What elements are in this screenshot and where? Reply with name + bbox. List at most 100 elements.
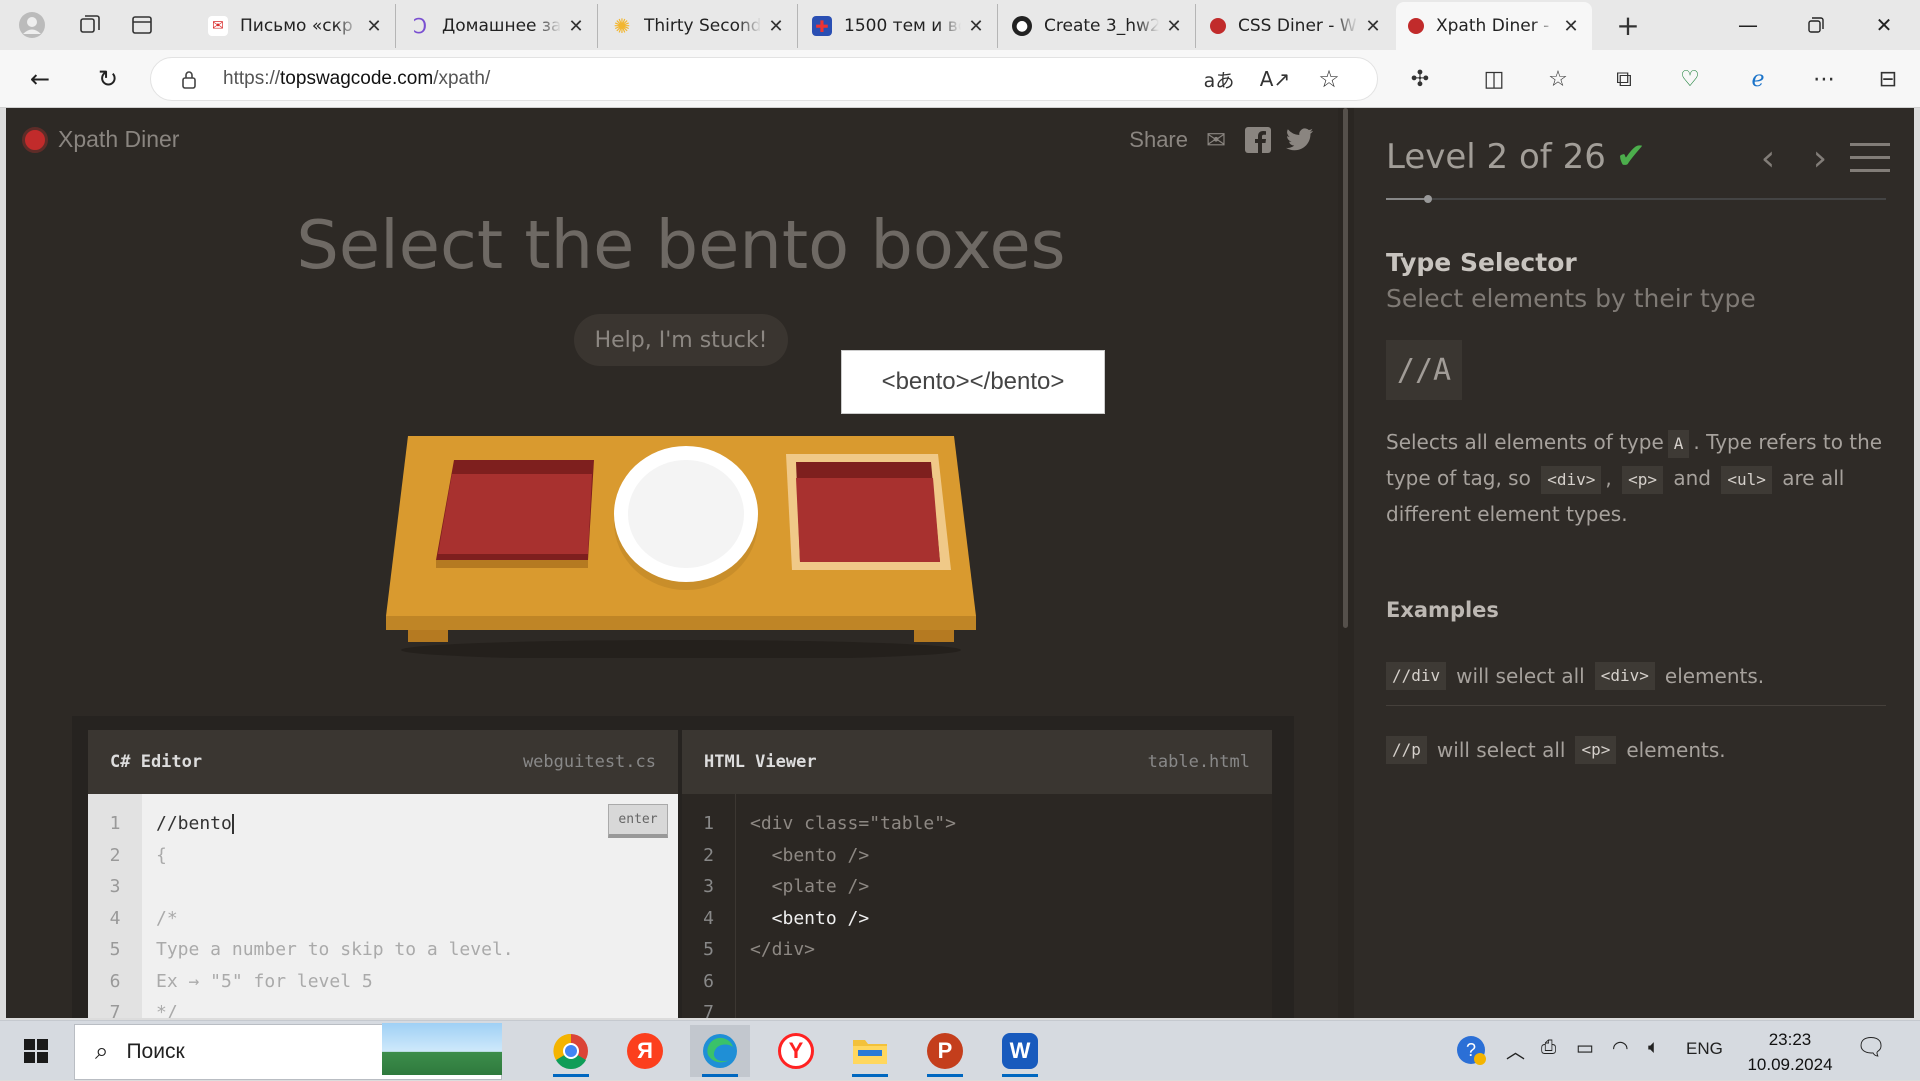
tab-1500-topics[interactable]: ✚ 1500 тем и вс ✕ xyxy=(800,4,998,48)
edge-app-icon[interactable] xyxy=(690,1025,750,1077)
code-input-area[interactable]: 1 2 3 4 5 6 7 //bento { /* Type a number… xyxy=(88,794,678,1018)
word-app-icon[interactable]: W xyxy=(990,1025,1050,1077)
yandex-browser-app-icon[interactable]: Y xyxy=(766,1025,826,1077)
show-hidden-icons-icon[interactable]: ︿ xyxy=(1506,1037,1525,1064)
close-tab-icon[interactable]: ✕ xyxy=(1165,16,1183,37)
code-line-input[interactable]: //bento xyxy=(156,808,514,840)
yandex-app-icon[interactable]: Я xyxy=(615,1025,675,1077)
html-line[interactable]: <plate /> xyxy=(750,871,956,903)
language-indicator[interactable]: ENG xyxy=(1686,1039,1723,1059)
bento-box-2[interactable] xyxy=(786,454,951,570)
collections-add-icon[interactable]: ⧉ xyxy=(1606,61,1642,97)
translate-icon[interactable]: aあ xyxy=(1201,61,1237,97)
chrome-app-icon[interactable] xyxy=(541,1025,601,1077)
tab-css-diner[interactable]: CSS Diner - W ✕ xyxy=(1198,4,1394,48)
close-window-icon[interactable]: ✕ xyxy=(1852,0,1916,50)
level-instruction: Select the bento boxes xyxy=(296,206,1066,284)
wifi-icon[interactable]: ◠ xyxy=(1612,1037,1629,1060)
favorite-star-icon[interactable]: ☆ xyxy=(1311,61,1347,97)
search-icon: ⌕ xyxy=(95,1038,109,1065)
favorites-icon[interactable]: ☆ xyxy=(1540,61,1576,97)
browser-essentials-icon[interactable]: ♡ xyxy=(1672,61,1708,97)
help-button[interactable]: Help, I'm stuck! xyxy=(574,314,788,366)
tab-xpath-diner[interactable]: Xpath Diner - ✕ xyxy=(1396,2,1592,50)
notifications-icon[interactable]: 🗨︎ xyxy=(1856,1033,1886,1062)
line-number: 5 xyxy=(703,939,714,960)
tab-github[interactable]: ● Create 3_hw2 ✕ xyxy=(1000,4,1196,48)
html-line[interactable]: <div class="table"> xyxy=(750,808,956,840)
plate[interactable] xyxy=(614,446,758,590)
tab-thirty-seconds[interactable]: ✺ Thirty Second ✕ xyxy=(600,4,798,48)
html-line[interactable]: <bento /> xyxy=(750,840,956,872)
tab-title: Домашнее за xyxy=(442,16,561,36)
start-windows-icon[interactable] xyxy=(0,1021,72,1081)
sidebar-toggle-icon[interactable]: ⊟ xyxy=(1870,61,1906,97)
line-number: 2 xyxy=(109,844,121,866)
restore-icon[interactable] xyxy=(1784,0,1848,50)
back-icon[interactable]: ← xyxy=(20,62,60,96)
file-explorer-app-icon[interactable] xyxy=(840,1025,900,1077)
tab-homework[interactable]: Ͻ Домашнее за ✕ xyxy=(398,4,598,48)
close-tab-icon[interactable]: ✕ xyxy=(1364,16,1382,37)
previous-level-icon[interactable]: ‹ xyxy=(1748,138,1788,179)
email-icon[interactable]: ✉ xyxy=(1202,126,1230,154)
clock-time: 23:23 xyxy=(1768,1030,1812,1049)
enter-button[interactable]: enter xyxy=(608,804,668,838)
clock[interactable]: 23:23 10.09.2024 xyxy=(1735,1027,1845,1077)
lock-icon[interactable] xyxy=(171,62,207,98)
profile-icon[interactable] xyxy=(12,7,52,43)
tab-actions-icon[interactable] xyxy=(122,7,162,43)
html-line-highlighted[interactable]: <bento /> xyxy=(750,903,956,935)
editor-filename: webguitest.cs xyxy=(522,752,656,772)
search-highlight-image xyxy=(382,1023,502,1075)
code-token: <ul> xyxy=(1721,465,1772,494)
url-field[interactable]: https://topswagcode.com/xpath/ aあ A↗ ☆ xyxy=(150,57,1378,101)
scrollbar-thumb[interactable] xyxy=(1343,108,1348,628)
page-scrollbar[interactable] xyxy=(1338,108,1354,1018)
collections-icon[interactable] xyxy=(70,7,110,43)
code-line: */ xyxy=(156,1002,178,1018)
more-icon[interactable]: ⋯ xyxy=(1806,61,1842,97)
close-tab-icon[interactable]: ✕ xyxy=(567,16,585,37)
example-item: //p will select all <p> elements. xyxy=(1386,720,1886,780)
next-level-icon[interactable]: › xyxy=(1800,138,1840,179)
line-number: 4 xyxy=(109,907,121,929)
volume-icon[interactable]: 🔈︎ xyxy=(1648,1037,1659,1059)
code-line: { xyxy=(156,844,167,866)
code-token: <p> xyxy=(1575,736,1617,764)
line-number: 3 xyxy=(109,876,121,897)
close-tab-icon[interactable]: ✕ xyxy=(365,16,383,37)
device-tray-icon[interactable]: ⎙ xyxy=(1541,1037,1556,1059)
level-menu-icon[interactable] xyxy=(1848,138,1892,178)
element-tooltip: <bento></bento> xyxy=(841,350,1105,414)
close-tab-icon[interactable]: ✕ xyxy=(767,16,785,37)
sun-favicon-icon: ✺ xyxy=(613,14,631,38)
minimize-icon[interactable]: — xyxy=(1716,0,1780,50)
edge-bar-icon[interactable]: ℯ xyxy=(1740,61,1776,97)
site-logo[interactable]: Xpath Diner xyxy=(22,126,179,153)
tab-mail[interactable]: ✉ Письмо «скр ✕ xyxy=(196,4,396,48)
powerpoint-app-icon[interactable]: P xyxy=(915,1025,975,1077)
close-tab-icon[interactable]: ✕ xyxy=(1562,16,1580,37)
read-aloud-icon[interactable]: A↗ xyxy=(1257,61,1293,97)
close-tab-icon[interactable]: ✕ xyxy=(967,16,985,37)
html-line[interactable]: </div> xyxy=(750,934,956,966)
editor-panel: C# Editor webguitest.cs 1 2 3 4 5 6 7 //… xyxy=(72,716,1294,1018)
viewer-title: HTML Viewer xyxy=(704,752,817,772)
facebook-icon[interactable] xyxy=(1244,126,1272,154)
level-sidebar: Level 2 of 26 ✔ ‹ › Type Selector Select… xyxy=(1354,108,1914,1018)
new-tab-icon[interactable]: + xyxy=(1608,7,1648,43)
table-edge xyxy=(386,616,976,630)
extensions-icon[interactable]: ✣ xyxy=(1402,61,1438,97)
battery-icon[interactable]: ▭ xyxy=(1576,1037,1594,1060)
level-indicator[interactable]: Level 2 of 26 ✔ xyxy=(1386,136,1646,177)
url-text: https://topswagcode.com/xpath/ xyxy=(223,68,491,89)
help-tray-icon[interactable]: ? xyxy=(1456,1035,1486,1071)
editor-header: C# Editor webguitest.cs xyxy=(88,730,678,794)
split-screen-icon[interactable]: ◫ xyxy=(1476,61,1512,97)
bento-box-1[interactable] xyxy=(436,460,594,568)
line-number: 4 xyxy=(703,907,714,929)
twitter-icon[interactable] xyxy=(1286,126,1314,154)
refresh-icon[interactable]: ↻ xyxy=(88,62,128,96)
line-number: 6 xyxy=(109,970,121,992)
